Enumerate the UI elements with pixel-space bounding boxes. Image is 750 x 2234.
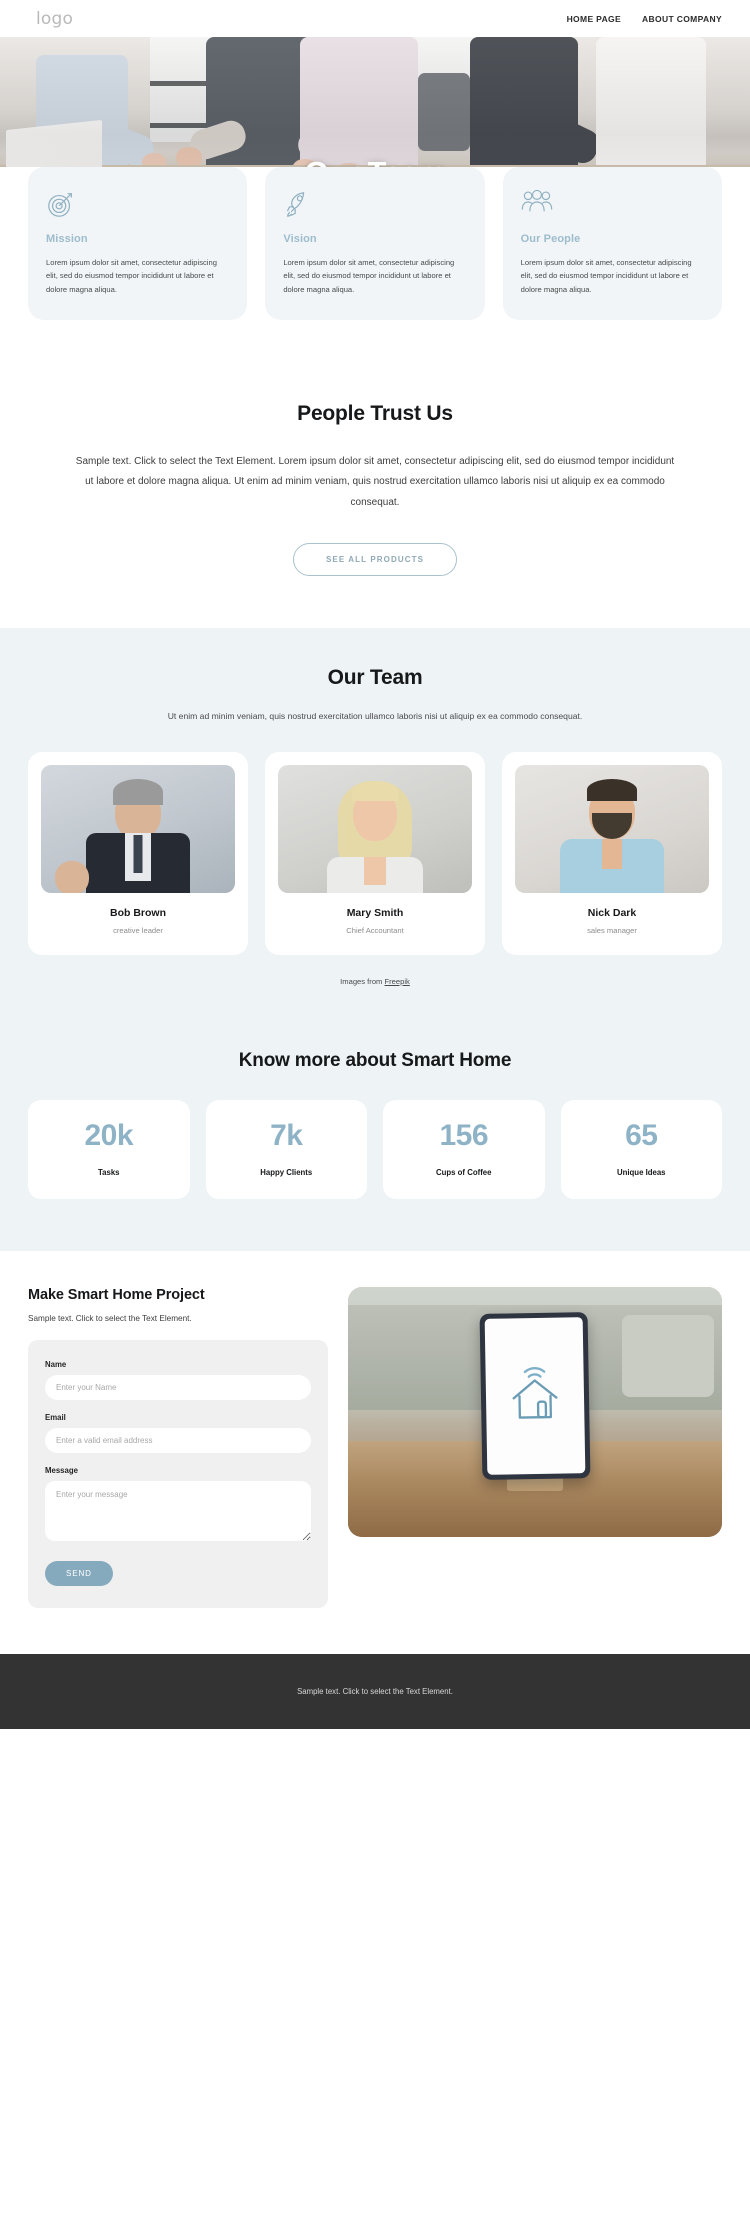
smart-home-wifi-icon [512,1366,558,1419]
team-cards: Bob Brown creative leader Mary Smith Chi… [0,751,750,955]
team-member-role: Chief Accountant [346,925,404,935]
team-member-photo [515,764,709,893]
feature-card-our-people[interactable]: Our People Lorem ipsum dolor sit amet, c… [502,167,722,320]
team-card-bob-brown[interactable]: Bob Brown creative leader [28,751,248,955]
contact-form: Name Email Message SEND [28,1339,328,1608]
stat-card-cups-of-coffee: 156 Cups of Coffee [383,1099,545,1199]
trust-section: People Trust Us Sample text. Click to se… [0,379,750,629]
stats-heading: Know more about Smart Home [238,1049,512,1071]
freepik-link[interactable]: Freepik [385,977,410,986]
image-credit-prefix: Images from [340,976,383,986]
name-input[interactable] [45,1374,311,1400]
feature-title: Our People [520,233,581,245]
stat-label: Cups of Coffee [436,1167,492,1177]
nav-item-about-company[interactable]: ABOUT COMPANY [642,14,722,24]
trust-heading: People Trust Us [297,401,453,425]
team-member-role: creative leader [113,925,163,935]
contact-form-column: Make Smart Home Project Sample text. Cli… [28,1287,328,1608]
team-subheading: Ut enim ad minim veniam, quis nostrud ex… [167,711,583,722]
team-heading: Our Team [327,666,423,690]
nav-item-home-page[interactable]: HOME PAGE [567,14,621,24]
send-button[interactable]: SEND [45,1560,113,1586]
feature-title: Mission [46,233,88,245]
features-section: Mission Lorem ipsum dolor sit amet, cons… [0,167,750,380]
feature-text: Lorem ipsum dolor sit amet, consectetur … [46,258,217,294]
name-field-label: Name [45,1359,67,1369]
contact-subheading: Sample text. Click to select the Text El… [28,1313,192,1323]
stat-value: 156 [439,1118,489,1152]
feature-card-mission[interactable]: Mission Lorem ipsum dolor sit amet, cons… [28,167,248,320]
site-footer: Sample text. Click to select the Text El… [0,1653,750,1729]
email-input[interactable] [45,1427,311,1453]
team-member-name: Nick Dark [587,906,637,919]
smart-home-tablet-photo [348,1286,722,1537]
feature-text: Lorem ipsum dolor sit amet, consectetur … [520,258,692,294]
contact-heading: Make Smart Home Project [28,1286,205,1303]
stat-card-happy-clients: 7k Happy Clients [205,1099,367,1199]
stat-value: 7k [270,1118,303,1152]
trust-paragraph: Sample text. Click to select the Text El… [75,455,675,508]
rocket-icon [283,189,466,219]
team-section: Our Team Ut enim ad minim veniam, quis n… [0,628,750,1014]
team-member-role: sales manager [587,925,637,935]
site-header: logo HOME PAGE ABOUT COMPANY [0,0,750,37]
stat-card-tasks: 20k Tasks [28,1099,190,1199]
see-all-products-button[interactable]: SEE ALL PRODUCTS [292,543,458,577]
team-member-name: Bob Brown [110,906,166,919]
contact-section: Make Smart Home Project Sample text. Cli… [0,1250,750,1654]
footer-text: Sample text. Click to select the Text El… [297,1686,453,1696]
stat-label: Happy Clients [260,1167,313,1177]
target-icon [46,189,229,219]
feature-card-vision[interactable]: Vision Lorem ipsum dolor sit amet, conse… [265,167,485,320]
stats-row: 20k Tasks 7k Happy Clients 156 Cups of C… [0,1099,750,1199]
stat-card-unique-ideas: 65 Unique Ideas [560,1099,722,1199]
team-card-nick-dark[interactable]: Nick Dark sales manager [502,751,722,955]
feature-title: Vision [283,233,317,245]
logo[interactable]: logo [36,9,73,29]
team-card-mary-smith[interactable]: Mary Smith Chief Accountant [265,751,485,955]
email-field-label: Email [45,1412,66,1422]
team-member-name: Mary Smith [346,906,404,919]
people-group-icon [521,189,704,219]
team-member-photo [278,764,472,893]
stat-label: Tasks [97,1167,120,1177]
main-navigation: HOME PAGE ABOUT COMPANY [567,14,722,24]
team-member-photo [41,764,235,893]
stat-label: Unique Ideas [616,1167,666,1177]
feature-text: Lorem ipsum dolor sit amet, consectetur … [283,258,455,294]
stat-value: 20k [84,1118,134,1152]
message-textarea[interactable] [45,1480,311,1541]
image-credit: Images from Freepik [0,977,750,986]
stat-value: 65 [625,1118,658,1152]
stats-section: Know more about Smart Home 20k Tasks 7k … [0,1013,750,1251]
message-field-label: Message [45,1465,78,1475]
